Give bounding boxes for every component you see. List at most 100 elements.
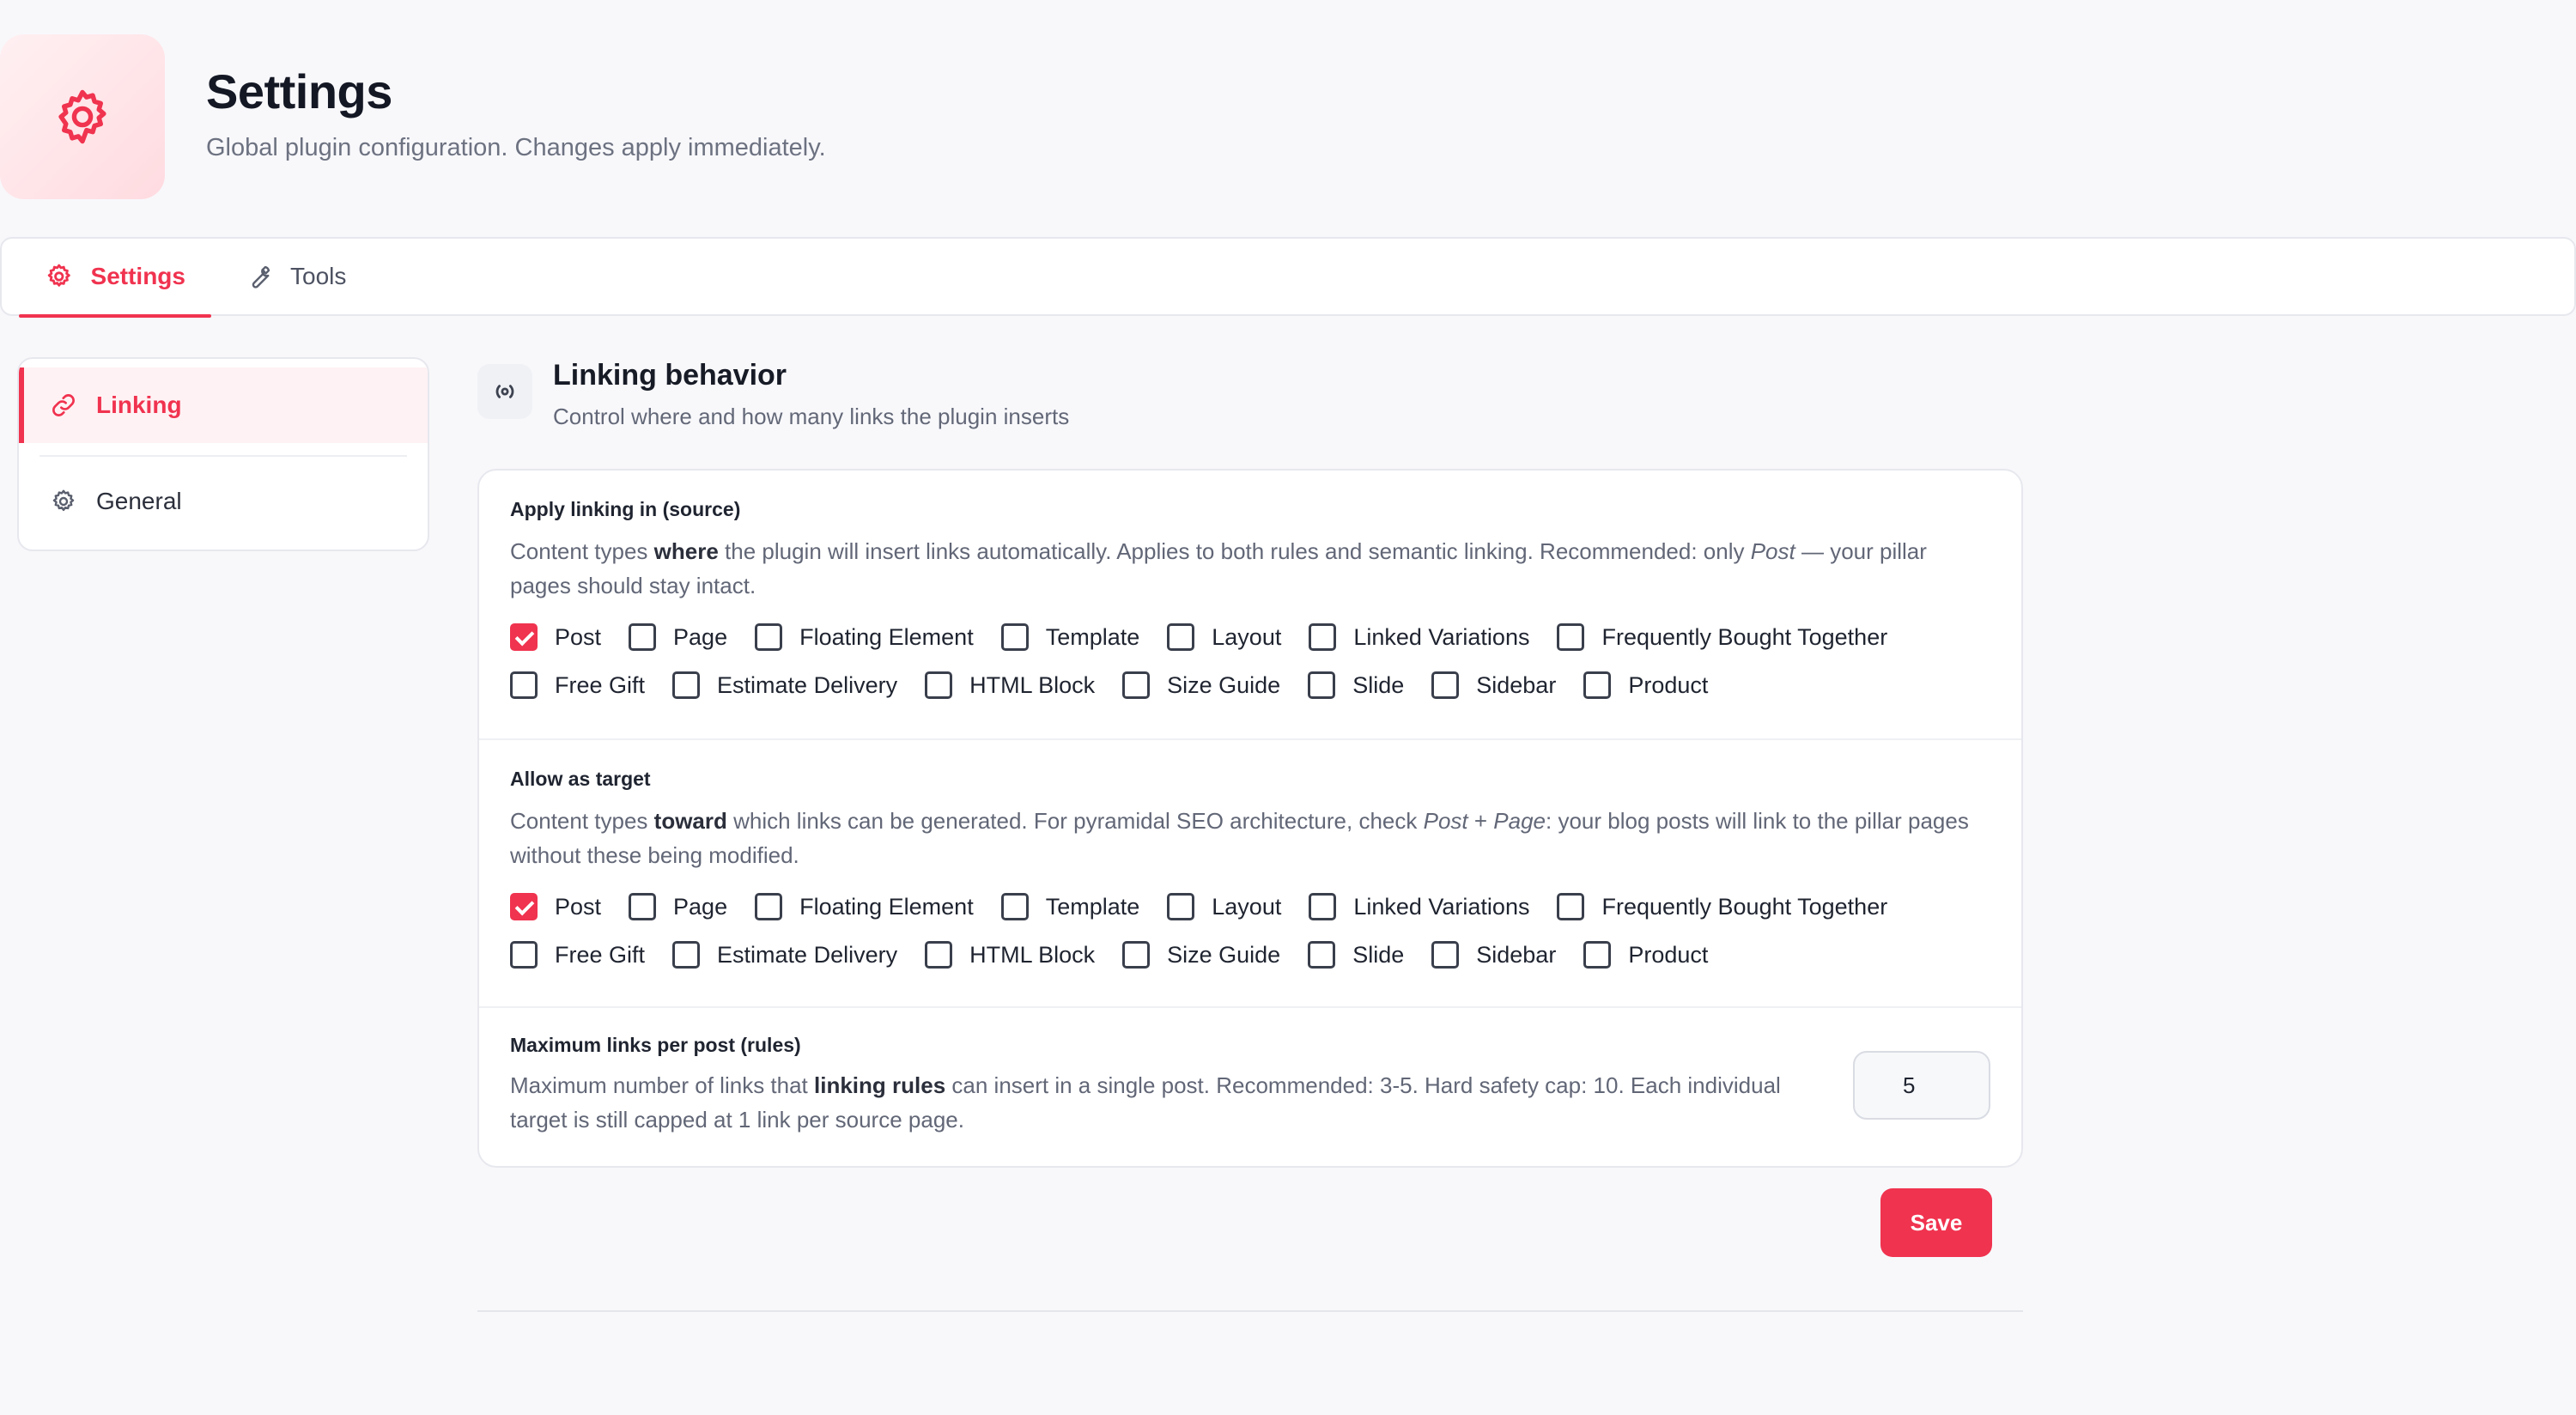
tabs-bar: Settings Tools [0,237,2576,318]
target-option-size-guide[interactable]: Size Guide [1122,941,1280,969]
checkbox[interactable] [629,893,657,920]
sidebar-nav: Linking General [17,357,429,551]
section-title: Linking behavior [553,359,787,392]
target-option-template[interactable]: Template [1000,893,1140,920]
field-label: Maximum links per post (rules) [510,1034,801,1056]
target-option-page[interactable]: Page [629,893,727,920]
source-option-linked-variations[interactable]: Linked Variations [1309,623,1529,651]
source-option-floating-element[interactable]: Floating Element [755,623,974,651]
checkbox[interactable] [1000,623,1029,651]
source-option-template[interactable]: Template [1000,623,1139,651]
checkbox-label: Estimate Delivery [717,941,898,968]
checkbox[interactable] [1309,623,1337,651]
checkbox[interactable] [672,941,701,969]
checkbox-label: HTML Block [969,941,1096,968]
checkbox[interactable] [1308,671,1336,699]
target-section: Allow as target Content types toward whi… [479,738,2021,1006]
checkbox-label: Slide [1352,671,1405,698]
target-option-linked-variations[interactable]: Linked Variations [1309,893,1529,920]
checkbox-label: Estimate Delivery [717,671,898,698]
gear-icon [47,264,70,287]
link-icon [52,394,75,416]
checkbox[interactable] [925,941,953,969]
checkbox-label: Linked Variations [1353,893,1530,920]
target-option-frequently-bought-together[interactable]: Frequently Bought Together [1557,893,1887,920]
source-option-layout[interactable]: Layout [1167,623,1281,651]
source-option-product[interactable]: Product [1583,671,1708,699]
linking-settings-card: Apply linking in (source) Content types … [477,469,2023,1168]
tab-settings-label: Settings [90,263,185,289]
field-description: Maximum number of links that linking rul… [510,1072,1781,1133]
checkbox[interactable] [925,671,953,699]
max-links-section: Maximum links per post (rules) Maximum n… [479,1006,2021,1166]
field-description: Content types toward which links can be … [510,808,1969,868]
checkbox-label: Frequently Bought Together [1601,893,1888,920]
checkbox-label: Slide [1352,941,1405,968]
sidebar-item-general[interactable]: General [19,464,428,539]
target-option-estimate-delivery[interactable]: Estimate Delivery [672,941,897,969]
source-option-slide[interactable]: Slide [1308,671,1404,699]
checkbox[interactable] [1122,941,1151,969]
checkbox[interactable] [1583,671,1612,699]
source-option-free-gift[interactable]: Free Gift [510,671,645,699]
target-option-free-gift[interactable]: Free Gift [510,941,645,969]
checkbox-label: HTML Block [969,671,1096,698]
checkbox[interactable] [629,623,657,651]
checkbox[interactable] [1000,893,1029,920]
checkbox[interactable] [510,671,538,699]
gear-icon [52,489,75,512]
target-option-post[interactable]: Post [510,893,601,920]
target-option-sidebar[interactable]: Sidebar [1431,941,1556,969]
source-options-row-1: Post Page Floating Element Template Layout Li… [510,620,1915,654]
wrench-icon [252,265,270,288]
source-option-sidebar[interactable]: Sidebar [1431,671,1556,699]
checkbox[interactable] [755,623,783,651]
checkbox-label: Floating Element [799,893,974,920]
tab-settings[interactable]: Settings [19,239,211,318]
target-option-slide[interactable]: Slide [1308,941,1404,969]
source-option-post[interactable]: Post [510,623,601,651]
checkbox[interactable] [755,893,783,920]
checkbox[interactable] [1431,941,1460,969]
checkbox[interactable] [510,941,538,969]
checkbox[interactable] [1557,893,1585,920]
checkbox[interactable] [1557,623,1585,651]
save-button[interactable]: Save [1880,1188,1992,1257]
checkbox-label: Sidebar [1476,671,1557,698]
target-option-layout[interactable]: Layout [1167,893,1281,920]
checkbox-label: Size Guide [1167,941,1281,968]
target-option-html-block[interactable]: HTML Block [925,941,1095,969]
checkbox-label: Product [1628,671,1709,698]
source-option-frequently-bought-together[interactable]: Frequently Bought Together [1557,623,1887,651]
page-subtitle: Global plugin configuration. Changes app… [206,134,826,161]
checkbox[interactable] [510,623,538,651]
source-option-size-guide[interactable]: Size Guide [1122,671,1280,699]
checkbox[interactable] [1167,623,1195,651]
target-option-product[interactable]: Product [1583,941,1708,969]
checkbox[interactable] [1122,671,1151,699]
checkbox-label: Linked Variations [1353,623,1530,650]
checkbox[interactable] [510,893,538,920]
field-label: Apply linking in (source) [510,498,741,520]
checkbox[interactable] [1308,941,1336,969]
source-option-html-block[interactable]: HTML Block [925,671,1095,699]
max-links-input[interactable] [1853,1051,1990,1120]
checkbox[interactable] [1583,941,1612,969]
checkbox-label: Sidebar [1476,941,1557,968]
source-option-estimate-delivery[interactable]: Estimate Delivery [672,671,897,699]
sidebar-item-label: Linking [96,392,182,418]
sidebar-item-linking[interactable]: Linking [19,367,428,443]
checkbox-label: Template [1045,893,1140,920]
field-label: Allow as target [510,768,651,790]
checkbox[interactable] [1309,893,1337,920]
gear-icon [58,89,106,144]
checkbox[interactable] [1167,893,1195,920]
tab-tools[interactable]: Tools [246,239,346,314]
source-option-page[interactable]: Page [629,623,727,651]
checkbox-label: Product [1628,941,1709,968]
section-subtitle: Control where and how many links the plu… [553,404,1070,429]
target-option-floating-element[interactable]: Floating Element [755,893,974,920]
checkbox[interactable] [1431,671,1460,699]
sidebar-item-label: General [96,488,182,514]
checkbox[interactable] [672,671,701,699]
